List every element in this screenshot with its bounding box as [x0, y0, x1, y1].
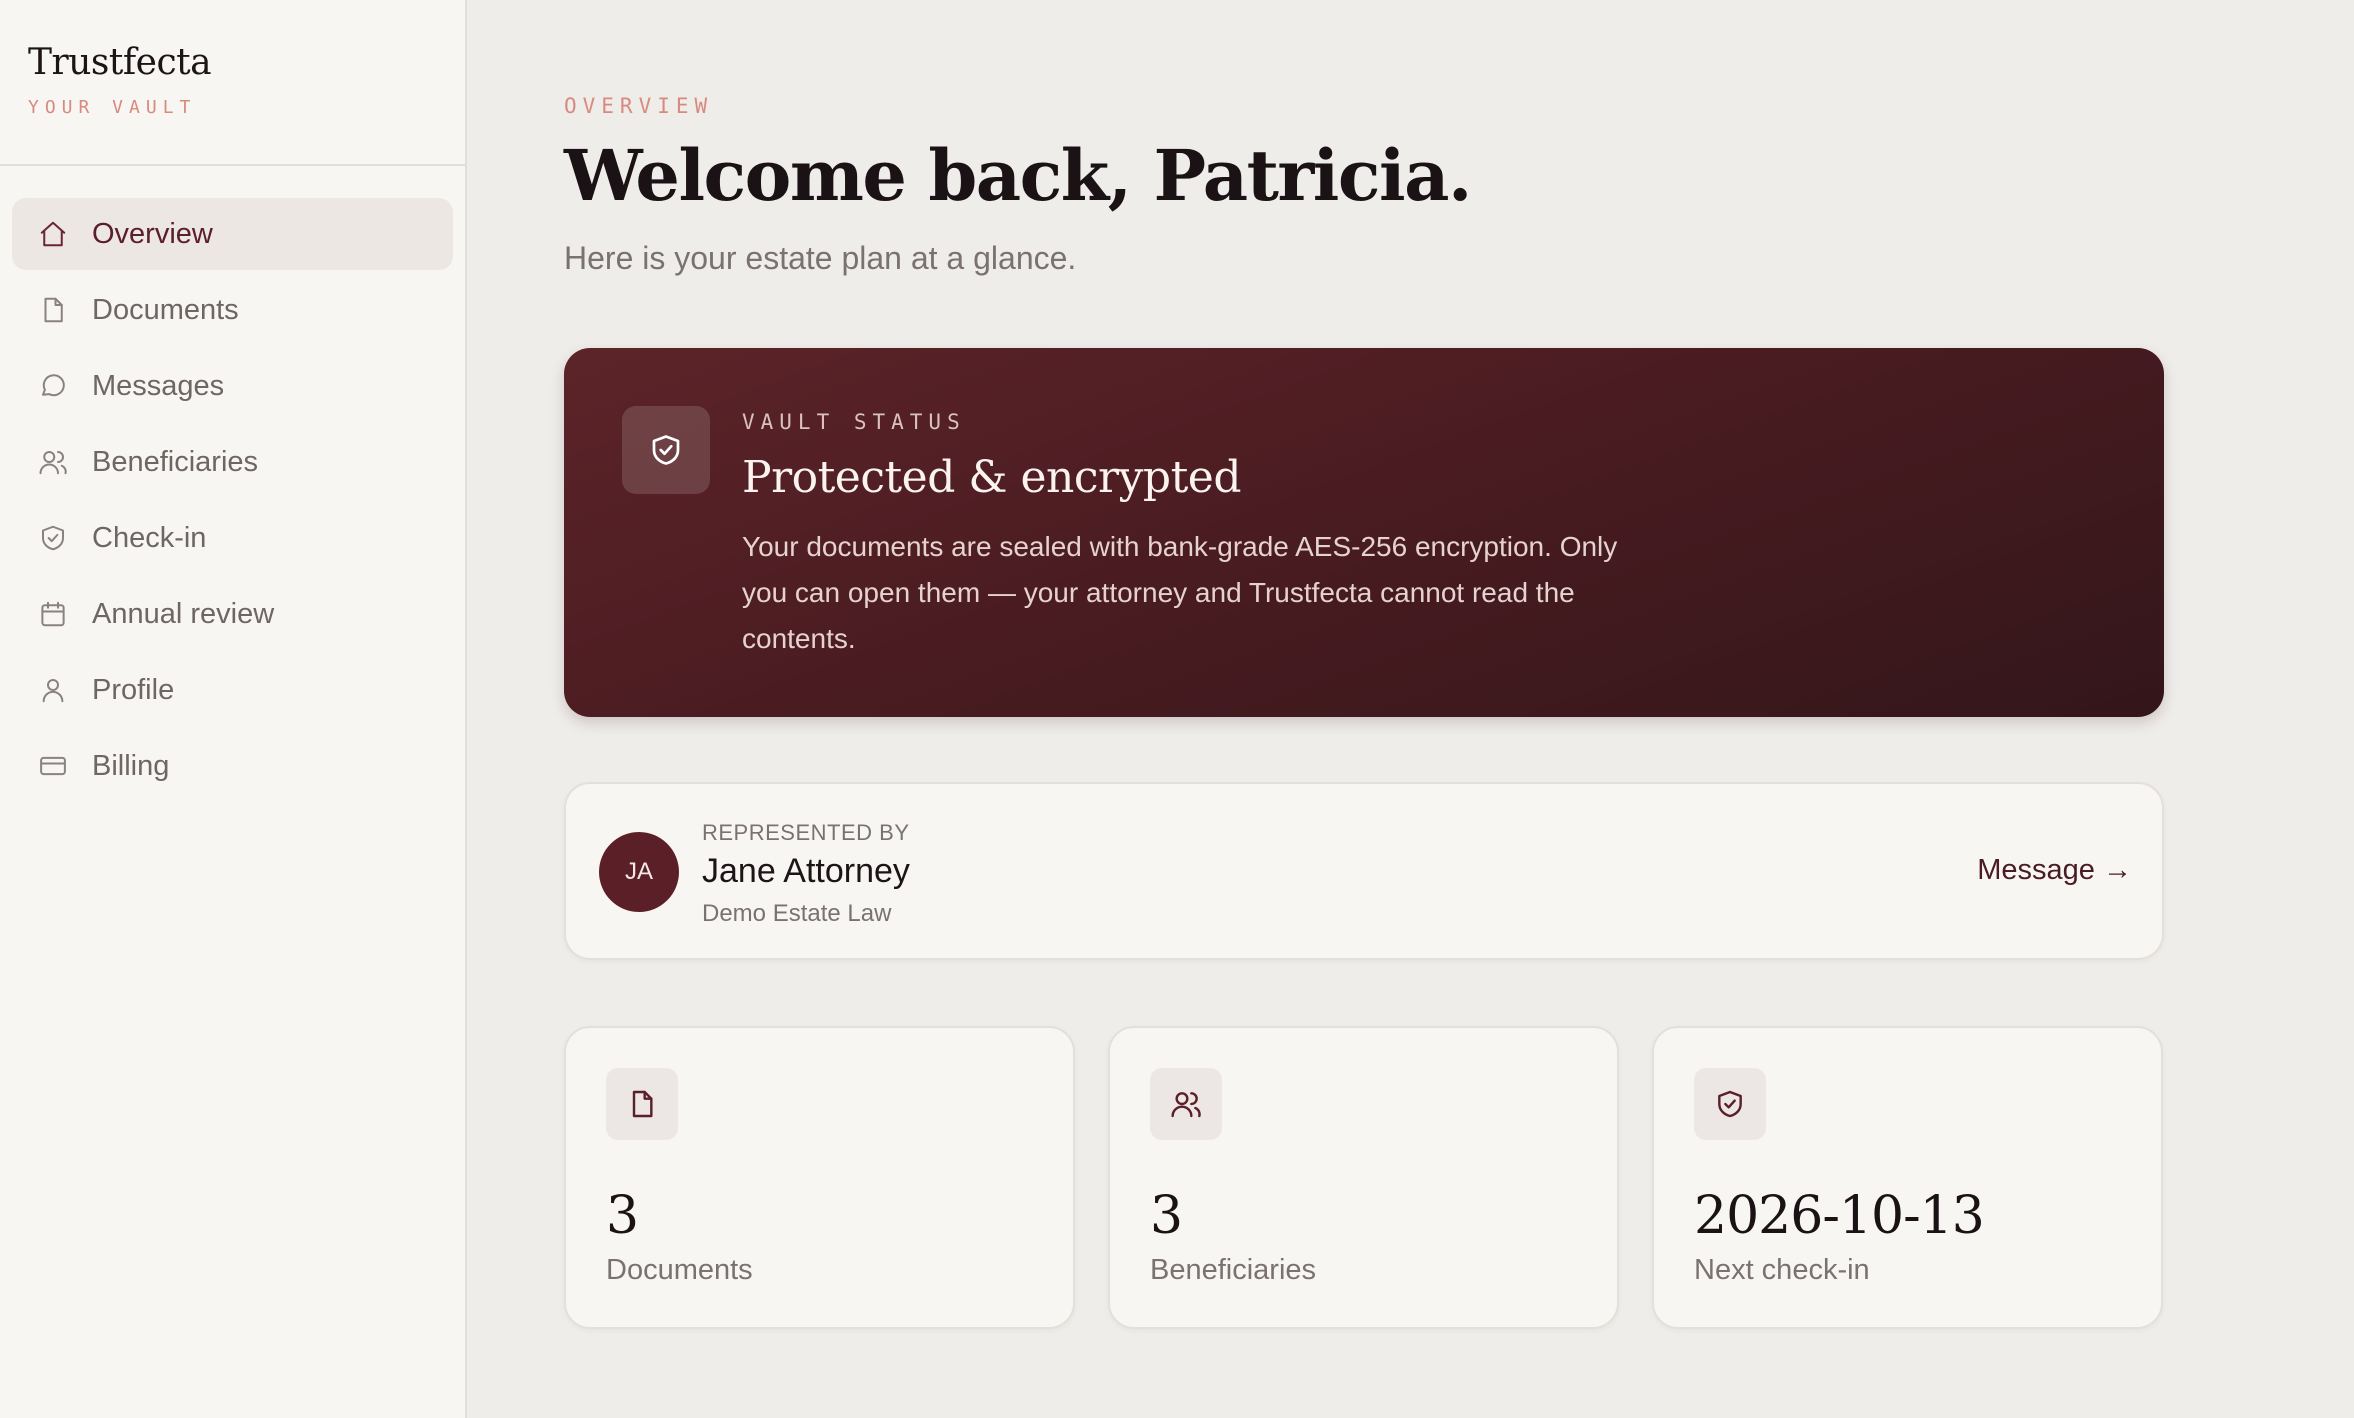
document-icon — [606, 1068, 678, 1140]
stat-value: 3 — [606, 1186, 639, 1246]
credit-card-icon — [38, 751, 68, 781]
attorney-label: REPRESENTED BY — [702, 820, 910, 845]
shield-check-icon — [1694, 1068, 1766, 1140]
sidebar-item-messages[interactable]: Messages — [12, 350, 453, 422]
sidebar-item-label: Documents — [92, 293, 239, 326]
stat-card-beneficiaries[interactable]: 3 Beneficiaries — [1108, 1026, 1619, 1329]
home-icon — [38, 219, 68, 249]
shield-check-icon — [38, 523, 68, 553]
avatar: JA — [599, 832, 679, 912]
sidebar-item-documents[interactable]: Documents — [12, 274, 453, 346]
sidebar-item-label: Annual review — [92, 597, 275, 630]
sidebar-item-beneficiaries[interactable]: Beneficiaries — [12, 426, 453, 498]
user-icon — [38, 675, 68, 705]
message-attorney-link[interactable]: Message → — [1977, 854, 2132, 887]
sidebar-item-annual-review[interactable]: Annual review — [12, 578, 453, 650]
stat-value: 3 — [1150, 1186, 1183, 1246]
sidebar: Trustfecta YOUR VAULT Overview Documents… — [0, 0, 467, 1418]
stat-card-next-check-in[interactable]: 2026-10-13 Next check-in — [1652, 1026, 2163, 1329]
sidebar-item-profile[interactable]: Profile — [12, 654, 453, 726]
stat-value: 2026-10-13 — [1694, 1186, 1985, 1246]
stat-label: Documents — [606, 1254, 753, 1286]
stat-label: Beneficiaries — [1150, 1254, 1317, 1286]
vault-status-description: Your documents are sealed with bank-grad… — [742, 531, 1618, 654]
sidebar-item-label: Billing — [92, 749, 170, 782]
sidebar-nav: Overview Documents Messages Beneficiarie… — [0, 166, 465, 802]
users-icon — [1150, 1068, 1222, 1140]
chat-icon — [38, 371, 68, 401]
brand: Trustfecta YOUR VAULT — [0, 0, 465, 166]
vault-status-label: VAULT STATUS — [742, 410, 966, 434]
calendar-icon — [38, 599, 68, 629]
vault-status-card: VAULT STATUS Protected & encrypted Your … — [564, 348, 2164, 717]
brand-name[interactable]: Trustfecta — [28, 42, 465, 83]
sidebar-item-overview[interactable]: Overview — [12, 198, 453, 270]
stat-card-documents[interactable]: 3 Documents — [564, 1026, 1075, 1329]
sidebar-item-label: Overview — [92, 217, 213, 250]
sidebar-item-billing[interactable]: Billing — [12, 730, 453, 802]
sidebar-item-check-in[interactable]: Check-in — [12, 502, 453, 574]
sidebar-item-label: Check-in — [92, 521, 207, 554]
page-subtitle: Here is your estate plan at a glance. — [564, 240, 1077, 276]
page-eyebrow: OVERVIEW — [564, 94, 714, 118]
attorney-card: JA REPRESENTED BY Jane Attorney Demo Est… — [564, 782, 2164, 960]
users-icon — [38, 447, 68, 477]
sidebar-item-label: Beneficiaries — [92, 445, 259, 478]
shield-check-icon — [622, 406, 710, 494]
document-icon — [38, 295, 68, 325]
attorney-firm: Demo Estate Law — [702, 900, 892, 927]
page-title: Welcome back, Patricia. — [564, 134, 1472, 217]
attorney-name: Jane Attorney — [702, 852, 910, 890]
vault-status-title: Protected & encrypted — [742, 452, 1241, 503]
brand-subtitle: YOUR VAULT — [28, 97, 197, 118]
stat-label: Next check-in — [1694, 1254, 1870, 1286]
sidebar-item-label: Profile — [92, 673, 175, 706]
sidebar-item-label: Messages — [92, 369, 225, 402]
